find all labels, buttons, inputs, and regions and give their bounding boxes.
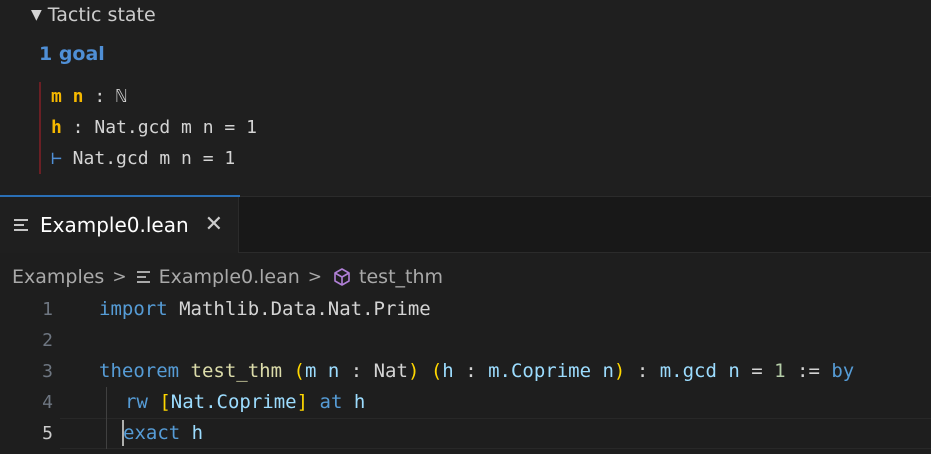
- line-number: 5: [42, 423, 53, 444]
- chevron-right-icon: >: [307, 267, 323, 287]
- equals: =: [739, 360, 775, 382]
- triangle-down-icon[interactable]: ▼: [31, 7, 42, 23]
- infoview-panel: ▼ Tactic state 1 goal m n : ℕ h : Nat.gc…: [0, 0, 931, 197]
- tab-label: Example0.lean: [40, 213, 189, 237]
- paren-open: (: [293, 360, 305, 382]
- assign: :=: [785, 360, 832, 382]
- file-lines-icon: [14, 219, 28, 231]
- code-line-5[interactable]: 5 exact h: [0, 418, 931, 449]
- code-text[interactable]: import Mathlib.Data.Nat.Prime: [99, 294, 431, 325]
- tab-example0-lean[interactable]: Example0.lean ✕: [0, 197, 239, 253]
- tactic-state-title: Tactic state: [47, 4, 156, 26]
- lemma-name: Nat.Coprime: [170, 391, 297, 413]
- code-text[interactable]: rw [Nat.Coprime] at h: [125, 387, 365, 418]
- turnstile-icon: ⊢: [51, 148, 62, 169]
- file-lines-icon: [136, 271, 150, 283]
- breadcrumb-symbol[interactable]: test_thm: [359, 266, 443, 288]
- paren-close: ): [613, 360, 626, 382]
- binder-h: h: [442, 360, 454, 382]
- hyp-names[interactable]: m n: [51, 86, 84, 107]
- hypothesis-m-n: m n : ℕ: [51, 86, 127, 107]
- line-number: 4: [42, 392, 53, 413]
- code-line-2[interactable]: 2: [0, 325, 931, 356]
- line-number: 3: [42, 361, 53, 382]
- code-line-3[interactable]: 3 theorem test_thm (m n : Nat) (h : m.Co…: [0, 356, 931, 387]
- bracket-open: [: [159, 391, 171, 413]
- line-number: 1: [42, 299, 53, 320]
- breadcrumb-file[interactable]: Example0.lean: [159, 266, 300, 288]
- keyword-theorem: theorem: [99, 360, 180, 382]
- colon: :: [453, 360, 489, 382]
- hyp-colon: :: [83, 86, 117, 107]
- goal-count: 1 goal: [39, 43, 105, 65]
- keyword-import: import: [99, 298, 168, 320]
- chevron-right-icon: >: [112, 267, 127, 287]
- hyp-ref: h: [191, 422, 204, 444]
- keyword-rw: rw: [125, 391, 148, 413]
- code-line-4[interactable]: 4 rw [Nat.Coprime] at h: [0, 387, 931, 418]
- paren-open: (: [430, 360, 443, 382]
- hyp-type[interactable]: ℕ: [116, 86, 127, 107]
- code-text[interactable]: exact h: [123, 418, 203, 449]
- tactic-state-header[interactable]: ▼ Tactic state: [31, 4, 156, 26]
- colon: :: [625, 360, 660, 382]
- keyword-exact: exact: [123, 422, 181, 444]
- editor-tab-bar: Example0.lean ✕: [0, 197, 931, 253]
- breadcrumb-folder[interactable]: Examples: [12, 266, 104, 288]
- hyp-type[interactable]: Nat.gcd m n = 1: [94, 117, 257, 138]
- keyword-at: at: [319, 391, 343, 413]
- keyword-by: by: [831, 360, 855, 382]
- close-icon[interactable]: ✕: [205, 214, 223, 236]
- goal-target: ⊢ Nat.gcd m n = 1: [51, 148, 235, 169]
- breadcrumb: Examples > Example0.lean > test_thm: [12, 262, 443, 292]
- paren-close: ): [407, 360, 420, 382]
- hyp-ref: h: [353, 391, 366, 413]
- goal-type[interactable]: Nat.gcd m n = 1: [62, 148, 236, 169]
- text-cursor: [122, 420, 124, 446]
- hypothesis-h: h : Nat.gcd m n = 1: [51, 117, 257, 138]
- line-number: 2: [42, 330, 53, 351]
- type-nat: Nat: [373, 360, 408, 382]
- module-path: Mathlib.Data.Nat.Prime: [167, 298, 431, 320]
- code-line-1[interactable]: 1 import Mathlib.Data.Nat.Prime: [0, 294, 931, 325]
- theorem-name: test_thm: [190, 360, 283, 382]
- goal-box: m n : ℕ h : Nat.gcd m n = 1 ⊢ Nat.gcd m …: [39, 82, 441, 174]
- binder-m-n: m n: [304, 360, 340, 382]
- colon: :: [339, 360, 374, 382]
- cube-symbol-icon: [334, 268, 350, 286]
- hyp-names[interactable]: h: [51, 117, 62, 138]
- code-text[interactable]: theorem test_thm (m n : Nat) (h : m.Copr…: [99, 356, 854, 387]
- number-one: 1: [774, 360, 786, 382]
- code-editor[interactable]: 1 import Mathlib.Data.Nat.Prime 2 3 theo…: [0, 294, 931, 454]
- conclusion-lhs: m.gcd n: [659, 360, 740, 382]
- bracket-close: ]: [296, 391, 309, 413]
- hyp-colon: :: [61, 117, 95, 138]
- type-coprime: m.Coprime n: [488, 360, 614, 382]
